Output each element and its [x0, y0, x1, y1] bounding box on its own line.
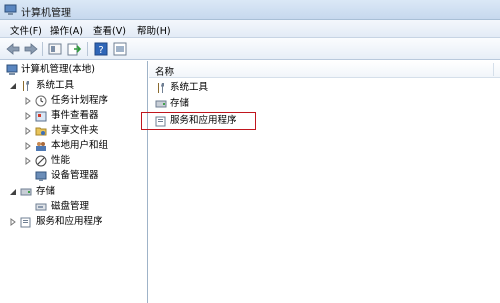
expand-arrow-icon[interactable] [24, 127, 32, 135]
tree-label: 共享文件夹 [51, 125, 99, 136]
shared-folder-icon [35, 127, 47, 136]
computer-management-icon [6, 64, 18, 75]
tree-label: 事件查看器 [51, 110, 99, 121]
highlight-box [141, 112, 256, 130]
menu-view[interactable]: 查看(V) [93, 23, 126, 37]
export-icon[interactable] [66, 41, 82, 57]
menu-help[interactable]: 帮助(H) [137, 23, 171, 37]
clock-icon [35, 95, 47, 107]
tree-item-device-manager[interactable]: 设备管理器 [24, 170, 144, 183]
tree-label: 计算机管理(本地) [21, 64, 95, 75]
menu-bar: 文件(F) 操作(A) 查看(V) 帮助(H) [0, 20, 500, 38]
services-icon [20, 217, 31, 228]
column-divider[interactable] [493, 63, 494, 76]
tree-item-root[interactable]: 计算机管理(本地) [3, 64, 143, 77]
collapse-arrow-icon[interactable] [9, 82, 17, 90]
event-viewer-icon [35, 111, 47, 122]
properties-icon[interactable] [112, 41, 128, 57]
tree-item-local-users[interactable]: 本地用户和组 [24, 140, 144, 153]
tree-item-disk-management[interactable]: 磁盘管理 [24, 201, 144, 214]
toolbar: ? [0, 38, 500, 60]
tree-item-storage[interactable]: 存储 [8, 186, 143, 199]
tree-label: 系统工具 [36, 80, 75, 91]
list-item-storage[interactable]: 存储 [155, 98, 275, 111]
tree-item-task-scheduler[interactable]: 任务计划程序 [24, 95, 144, 108]
tools-icon [158, 83, 164, 93]
expand-arrow-icon[interactable] [24, 112, 32, 120]
toolbar-separator [87, 42, 88, 56]
svg-text:?: ? [98, 45, 103, 56]
storage-icon [20, 188, 32, 196]
tree-item-event-viewer[interactable]: 事件查看器 [24, 110, 144, 123]
tree-item-system-tools[interactable]: 系统工具 [8, 80, 143, 93]
disk-icon [35, 203, 47, 211]
tools-icon [23, 81, 29, 91]
menu-file[interactable]: 文件(F) [10, 23, 42, 37]
expand-arrow-icon[interactable] [9, 218, 17, 226]
tree-label: 磁盘管理 [51, 201, 90, 212]
title-bar: 计算机管理 [0, 0, 500, 20]
toolbar-separator [42, 42, 43, 56]
expand-arrow-icon[interactable] [24, 157, 32, 165]
list-item-label: 存储 [170, 98, 190, 109]
computer-management-icon [4, 4, 17, 15]
column-header-label: 名称 [155, 67, 175, 78]
tree-label: 存储 [36, 186, 56, 197]
collapse-arrow-icon[interactable] [9, 188, 17, 196]
help-icon[interactable]: ? [93, 41, 109, 57]
tree-item-performance[interactable]: 性能 [24, 155, 144, 168]
expand-arrow-icon[interactable] [24, 142, 32, 150]
up-folder-icon[interactable] [47, 41, 63, 57]
back-arrow-icon[interactable] [5, 41, 21, 57]
users-icon [36, 142, 46, 151]
tree-label: 服务和应用程序 [36, 216, 103, 227]
list-item-system-tools[interactable]: 系统工具 [155, 82, 275, 95]
device-manager-icon [35, 171, 47, 181]
tree-item-shared-folders[interactable]: 共享文件夹 [24, 125, 144, 138]
expand-arrow-icon[interactable] [24, 97, 32, 105]
storage-icon [155, 100, 167, 108]
column-header-name[interactable]: 名称 [149, 61, 500, 78]
forward-arrow-icon[interactable] [23, 41, 39, 57]
list-item-label: 系统工具 [170, 82, 209, 93]
performance-icon [35, 155, 47, 167]
tree-label: 任务计划程序 [51, 95, 109, 106]
tree-label: 性能 [51, 155, 71, 166]
tree-label: 设备管理器 [51, 170, 99, 181]
menu-action[interactable]: 操作(A) [50, 23, 83, 37]
tree-label: 本地用户和组 [51, 140, 109, 151]
window-title: 计算机管理 [21, 8, 71, 19]
tree-item-services-apps[interactable]: 服务和应用程序 [8, 216, 143, 229]
